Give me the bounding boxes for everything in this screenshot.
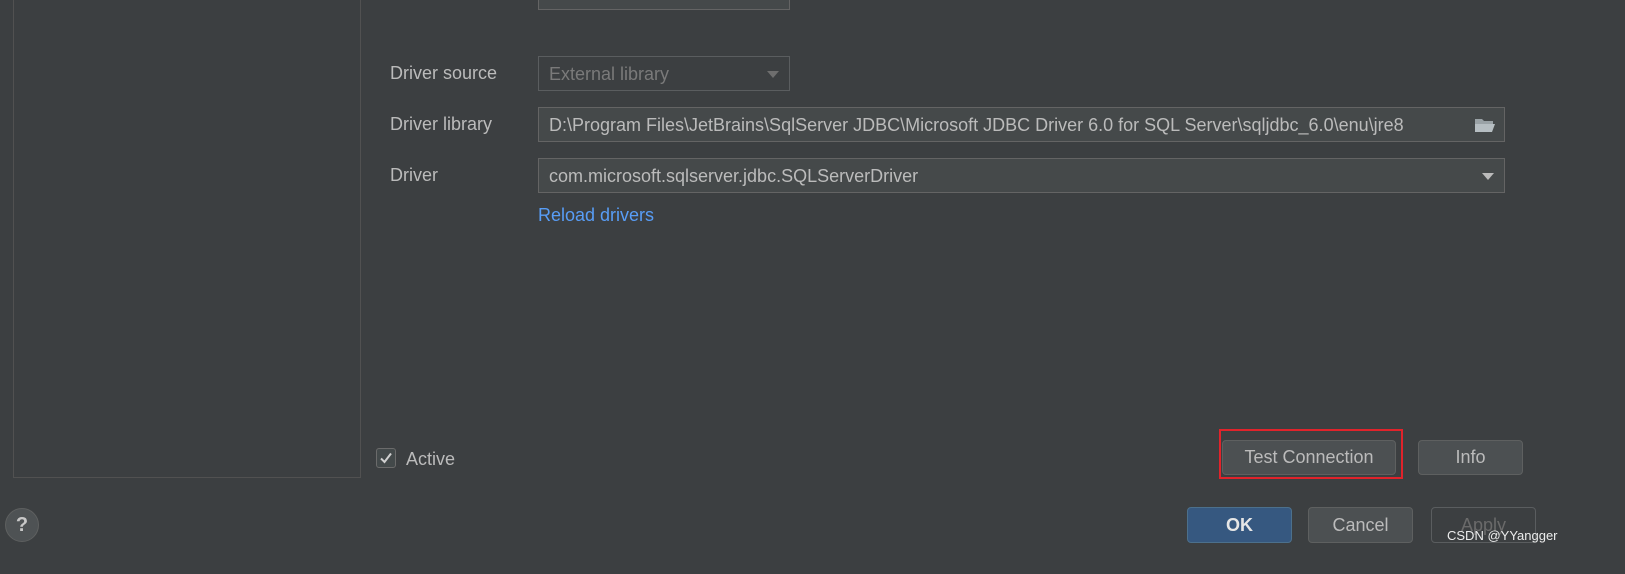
- test-connection-button[interactable]: Test Connection: [1222, 440, 1396, 475]
- driver-label: Driver: [390, 165, 438, 185]
- check-icon: [380, 452, 392, 464]
- active-checkbox[interactable]: [376, 448, 396, 468]
- chevron-down-icon: [767, 71, 779, 78]
- driver-library-label: Driver library: [390, 114, 493, 134]
- data-source-list-panel: [13, 0, 361, 478]
- driver-source-value: External library: [549, 64, 670, 84]
- driver-class-value: com.microsoft.sqlserver.jdbc.SQLServerDr…: [549, 166, 919, 186]
- driver-library-field[interactable]: D:\Program Files\JetBrains\SqlServer JDB…: [538, 107, 1505, 142]
- truncated-field: [538, 0, 790, 10]
- driver-library-path: D:\Program Files\JetBrains\SqlServer JDB…: [549, 115, 1404, 135]
- cancel-button[interactable]: Cancel: [1308, 507, 1413, 543]
- ok-button[interactable]: OK: [1187, 507, 1292, 543]
- driver-source-dropdown[interactable]: External library: [538, 56, 790, 91]
- chevron-down-icon: [1482, 173, 1494, 180]
- folder-icon[interactable]: [1474, 116, 1496, 134]
- help-icon[interactable]: ?: [5, 508, 39, 542]
- info-button[interactable]: Info: [1418, 440, 1523, 475]
- driver-source-label: Driver source: [390, 63, 498, 83]
- reload-drivers-link[interactable]: Reload drivers: [538, 205, 654, 226]
- driver-class-dropdown[interactable]: com.microsoft.sqlserver.jdbc.SQLServerDr…: [538, 158, 1505, 193]
- watermark: CSDN @YYangger: [1447, 528, 1558, 543]
- active-label: Active: [406, 449, 456, 469]
